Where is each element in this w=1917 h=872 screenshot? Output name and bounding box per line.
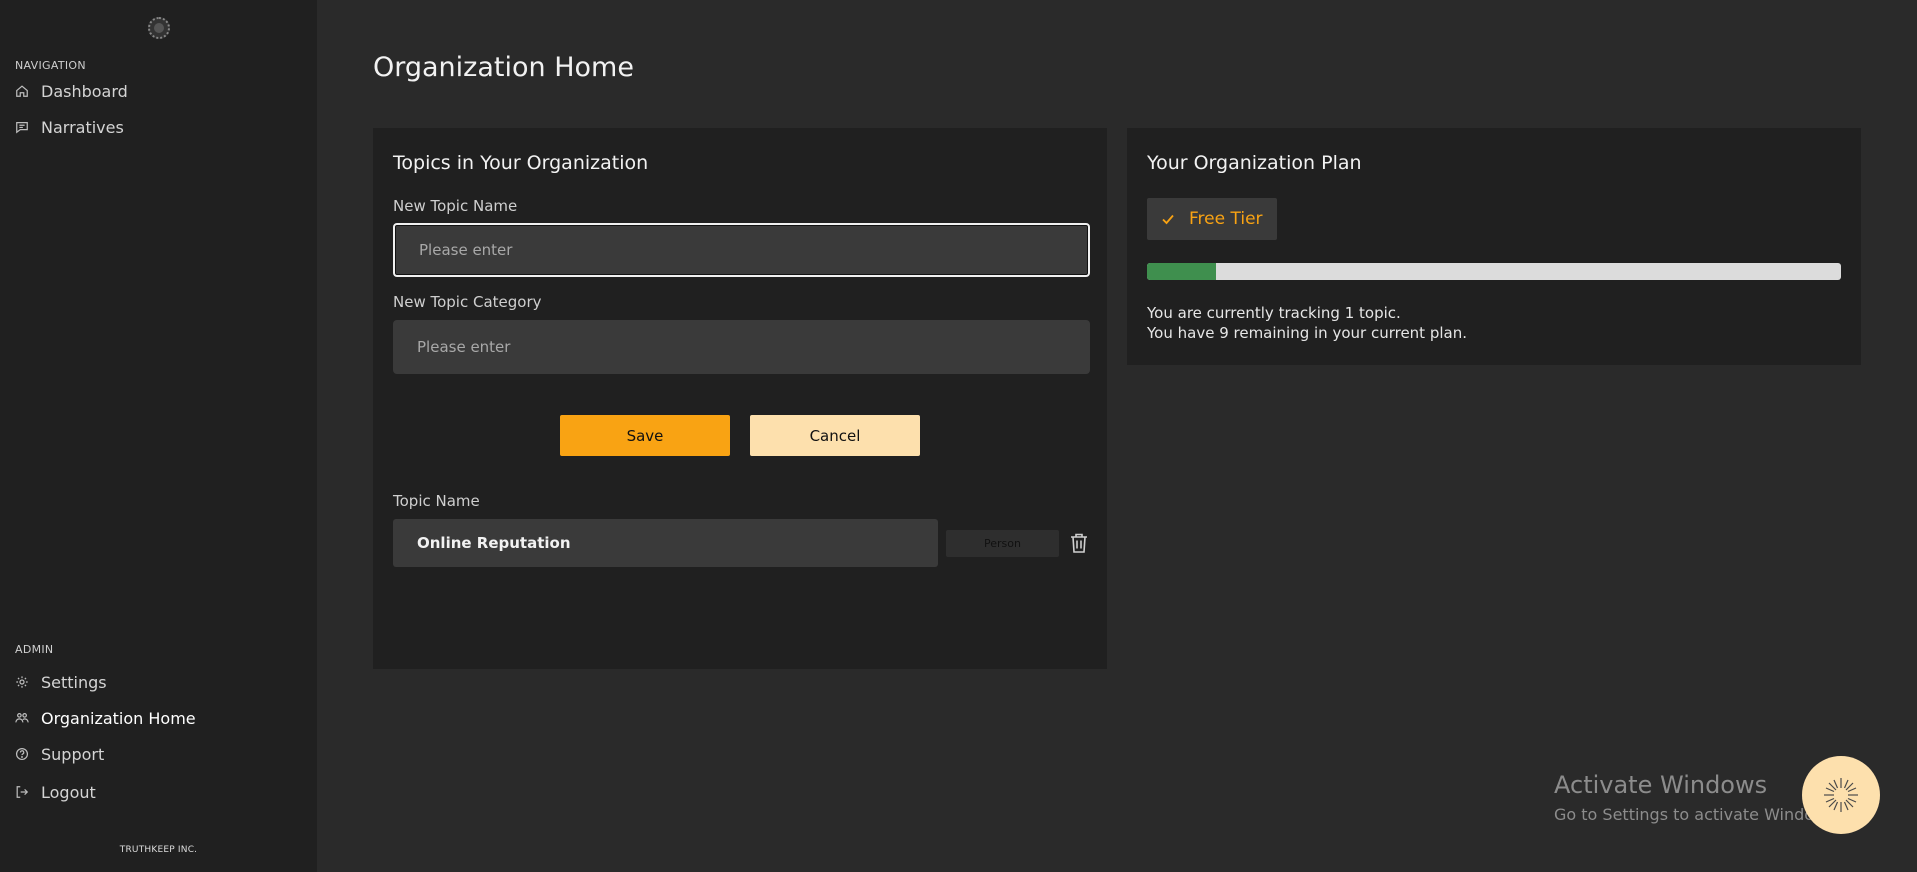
trash-icon[interactable]	[1069, 532, 1089, 554]
new-topic-name-label: New Topic Name	[393, 197, 518, 215]
save-button[interactable]: Save	[560, 415, 730, 456]
plan-card-title: Your Organization Plan	[1147, 152, 1362, 174]
topic-category-badge: Person	[946, 530, 1059, 557]
plan-usage-progress	[1147, 263, 1841, 280]
sparkle-icon	[1824, 778, 1858, 812]
topics-card: Topics in Your Organization New Topic Na…	[373, 128, 1107, 669]
sidebar-item-narratives[interactable]: Narratives	[15, 114, 124, 140]
users-icon	[15, 711, 29, 725]
navigation-section-label: NAVIGATION	[15, 59, 86, 72]
page-title: Organization Home	[373, 52, 634, 83]
activate-windows-subtitle: Go to Settings to activate Windows.	[1554, 805, 1841, 824]
message-icon	[15, 120, 29, 134]
remaining-text: You have 9 remaining in your current pla…	[1147, 324, 1467, 342]
new-topic-category-label: New Topic Category	[393, 293, 542, 311]
tracking-text: You are currently tracking 1 topic.	[1147, 304, 1401, 322]
sidebar-item-logout[interactable]: Logout	[15, 779, 96, 805]
sidebar-item-dashboard[interactable]: Dashboard	[15, 78, 128, 104]
sidebar-item-organization-home[interactable]: Organization Home	[15, 705, 196, 731]
sidebar-item-label: Settings	[41, 672, 107, 692]
home-icon	[15, 84, 29, 98]
plan-tier-badge: Free Tier	[1147, 198, 1277, 240]
admin-section-label: ADMIN	[15, 643, 54, 656]
check-icon	[1162, 214, 1174, 225]
cancel-button[interactable]: Cancel	[750, 415, 920, 456]
gear-icon	[15, 675, 29, 689]
new-topic-name-input[interactable]	[393, 223, 1090, 277]
topic-name-header: Topic Name	[393, 492, 480, 510]
topic-name-field[interactable]: Online Reputation	[393, 519, 938, 567]
sidebar-item-label: Logout	[41, 782, 96, 802]
help-circle-icon	[15, 747, 29, 761]
logout-icon	[15, 785, 29, 799]
topics-card-title: Topics in Your Organization	[393, 152, 649, 174]
floating-assistant-button[interactable]	[1802, 756, 1880, 834]
new-topic-category-input[interactable]	[393, 320, 1090, 374]
plan-usage-progress-fill	[1147, 263, 1217, 280]
sidebar-item-support[interactable]: Support	[15, 741, 104, 767]
activate-windows-title: Activate Windows	[1554, 771, 1768, 799]
sidebar-item-label: Organization Home	[41, 708, 196, 728]
sidebar-item-label: Narratives	[41, 117, 124, 137]
sidebar-item-label: Dashboard	[41, 81, 128, 101]
plan-card: Your Organization Plan Free Tier You are…	[1127, 128, 1861, 365]
tier-label: Free Tier	[1189, 209, 1263, 229]
company-name: TRUTHKEEP INC.	[119, 845, 198, 855]
sidebar: NAVIGATION Dashboard Narratives ADMIN Se…	[0, 0, 317, 872]
sidebar-item-settings[interactable]: Settings	[15, 669, 107, 695]
logo-icon	[148, 17, 170, 39]
sidebar-item-label: Support	[41, 744, 105, 764]
